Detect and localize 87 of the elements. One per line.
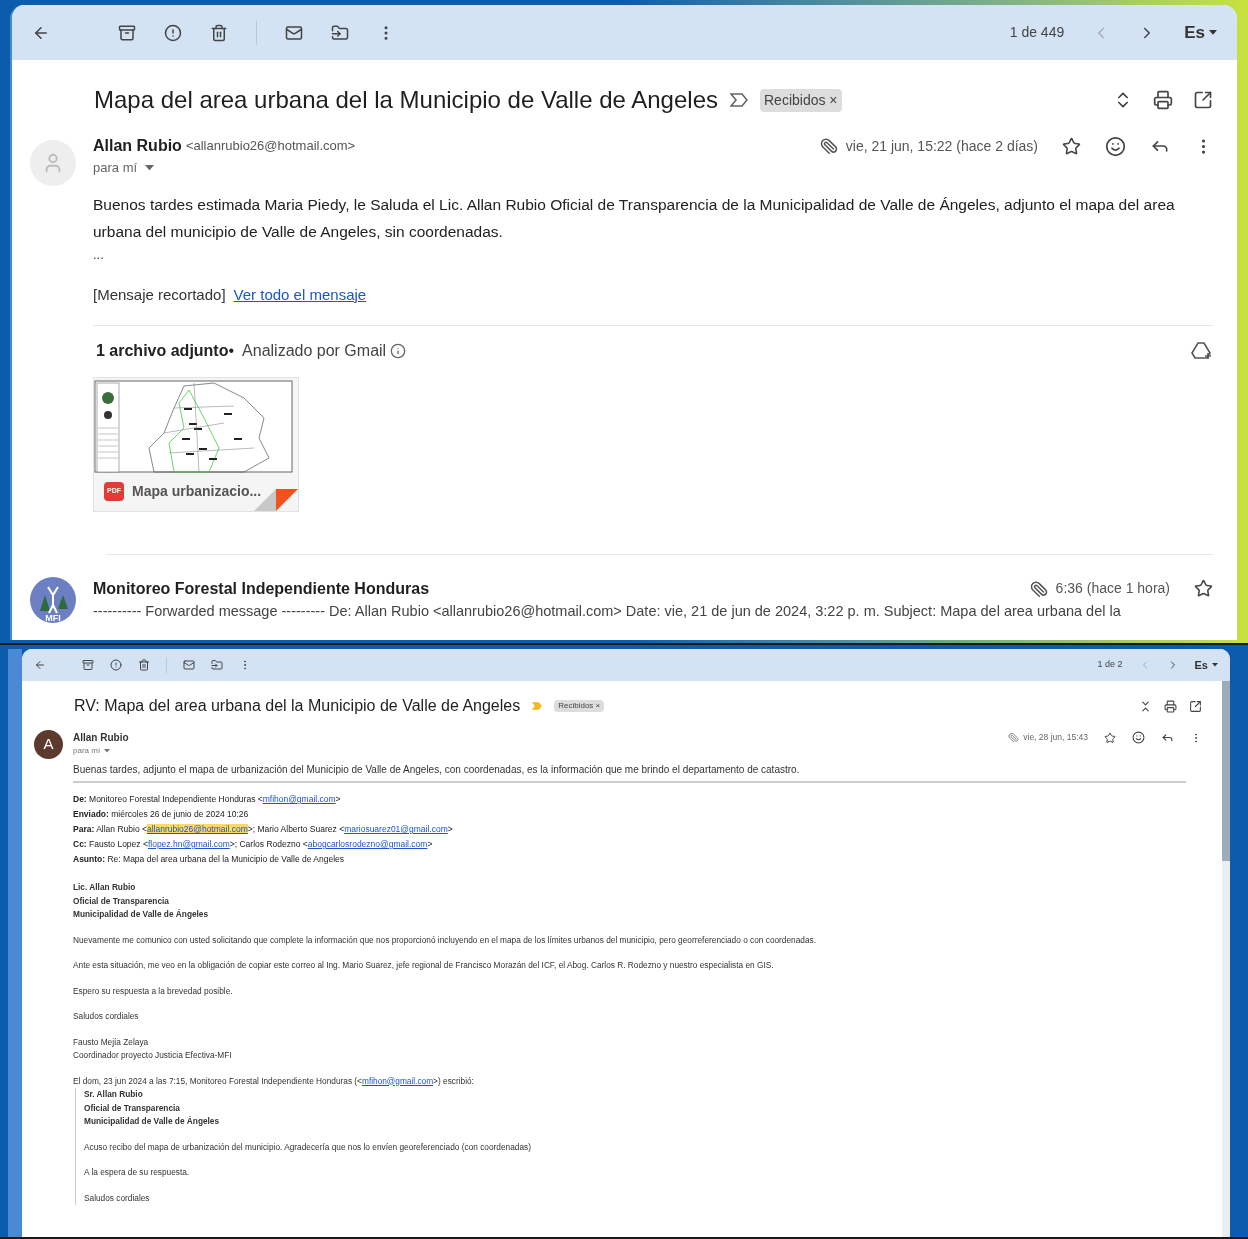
recipient-dropdown[interactable]: para mí <box>73 745 111 757</box>
delete-icon[interactable] <box>138 659 150 671</box>
separator-dot: • <box>228 340 235 361</box>
email-link[interactable]: abogcarlosrodezno@gmail.com <box>307 839 428 849</box>
signature-line: Sr. Allan Rubio <box>84 1088 144 1101</box>
message-counter: 1 de 2 <box>1097 658 1123 672</box>
spam-icon[interactable] <box>164 23 182 42</box>
signature-line: Oficial de Transparencia <box>84 1101 181 1115</box>
reply-icon[interactable] <box>1161 731 1174 744</box>
attachment-icon <box>819 137 838 155</box>
recipient-dropdown[interactable]: para mí <box>93 158 155 178</box>
sender-name: Allan Rubio <box>73 731 129 745</box>
body-text: Coordinador proyecto Justicia Efectiva-MFI <box>73 1049 233 1062</box>
email-link[interactable]: mariosuarez01@gmail.com <box>344 824 448 834</box>
importance-marker-icon[interactable] <box>730 93 748 107</box>
language-selector[interactable]: Es <box>1194 656 1218 674</box>
signature-line: Lic. Allan Rubio <box>73 881 137 894</box>
message-date: vie, 21 jun, 15:22 (hace 2 días) <box>845 136 1038 156</box>
move-to-icon[interactable] <box>211 659 223 671</box>
header-line: Enviado: miércoles 26 de junio de 2024 10:26 <box>73 808 250 821</box>
body-text: Ante esta situación, me veo en la obligación de copiar este correo al Ing. Mario Suarez, jefe regional de Francisco Morazán del ICF, el Abog. Carlos R. Rodezno y nuestro especialista en GIS. <box>73 959 775 972</box>
body-text: Saludos cordiales <box>73 1010 140 1023</box>
header-line: El dom, 23 jun 2024 a las 7:15, Monitoreo Forestal Independiente Honduras (<mfihon@gmail.com>) escribió: <box>73 1074 475 1088</box>
email-link[interactable]: flopez.hn@gmail.com <box>147 839 230 849</box>
mark-unread-icon[interactable] <box>183 659 195 671</box>
caret-icon <box>145 165 155 171</box>
emoji-icon[interactable] <box>1105 135 1126 157</box>
email-link[interactable]: mfihon@gmail.com <box>361 1075 434 1086</box>
email-subject: Mapa del area urbana del la Municipio de Valle de Angeles <box>94 85 718 115</box>
language-selector[interactable]: Es <box>1184 19 1217 46</box>
header-line: De: Monitoreo Forestal Independiente Honduras <mfihon@gmail.com> <box>73 793 342 806</box>
signature-line: Oficial de Transparencia <box>73 894 170 908</box>
scrollbar[interactable] <box>1222 681 1230 1237</box>
new-window-icon[interactable] <box>1193 90 1213 110</box>
email-body: Buenas tardes, adjunto el mapa de urbanización del Municipio de Valle de Angeles, con coordenadas, es la información que me brindo el departamento de catastro. <box>73 763 801 777</box>
message-snippet: ---------- Forwarded message --------- De: Allan Rubio <allanrubio26@hotmail.com> Date: vie, 21 de jun de 2024, 3:22 p. m. Subject: Mapa del area urbana del la <box>93 601 1122 621</box>
email-subject: RV: Mapa del area urbana del la Municipio de Valle de Angeles <box>74 696 521 716</box>
message-date: vie, 28 jun, 15:43 <box>1023 731 1088 744</box>
file-name: Mapa urbanizacio... <box>132 482 262 501</box>
message-time: 6:36 (hace 1 hora) <box>1055 579 1170 598</box>
back-icon[interactable] <box>34 659 46 671</box>
spam-icon[interactable] <box>110 659 122 671</box>
message-counter: 1 de 449 <box>1009 23 1065 42</box>
sender-name: Allan Rubio <box>93 136 182 156</box>
caret-icon <box>1212 663 1218 667</box>
sender-email: <allanrubio26@hotmail.com> <box>185 137 356 156</box>
attachment-icon <box>1029 579 1048 598</box>
importance-marker-icon[interactable] <box>532 702 543 710</box>
print-icon[interactable] <box>1153 90 1173 110</box>
caret-icon <box>1209 30 1217 35</box>
scan-notice: Analizado por Gmail <box>242 340 387 361</box>
star-icon[interactable] <box>1062 136 1081 156</box>
trimmed-content-ellipsis: ... <box>93 245 105 264</box>
emoji-icon[interactable] <box>1132 731 1145 744</box>
body-text: Nuevamente me comunico con usted solicitando que complete la información que nos proporcionó incluyendo en el mapa de los límites urbanos del municipio, pero georreferenciado o con coordenadas. <box>73 933 817 947</box>
star-icon[interactable] <box>1104 731 1116 744</box>
caret-icon <box>104 749 111 753</box>
header-line: Cc: Fausto Lopez <flopez.hn@gmail.com>; Carlos Rodezno <abogcarlosrodezno@gmail.com> <box>73 838 434 851</box>
collapse-all-icon[interactable] <box>1139 699 1152 713</box>
new-window-icon[interactable] <box>1189 699 1202 713</box>
archive-icon[interactable] <box>118 23 136 42</box>
body-text: Acuso recibo del mapa de urbanización del municipio. Agradecería que nos lo envíen georeferenciado (con coordenadas) <box>84 1140 532 1154</box>
email-body: Buenos tardes estimada Maria Piedy, le Saluda el Lic. Allan Rubio Oficial de Transparencia de la Municipalidad de Valle de Ángeles, adjunto el mapa del area urbana del municipio de Valle de Angeles, sin coordenadas. <box>93 194 1176 242</box>
body-text: Espero su respuesta a la brevedad posible. <box>73 984 234 998</box>
attachment-count: 1 archivo adjunto <box>96 340 229 361</box>
delete-icon[interactable] <box>210 23 228 42</box>
star-icon[interactable] <box>1194 579 1213 598</box>
avatar: A <box>34 730 63 759</box>
clipped-notice: [Mensaje recortado] <box>93 285 226 305</box>
label-chip[interactable]: Recibidos × <box>760 88 842 112</box>
signature-line: Municipalidad de Valle de Ángeles <box>73 908 210 921</box>
info-icon[interactable] <box>390 342 407 359</box>
sender-name: Monitoreo Forestal Independiente Honduras <box>93 578 430 599</box>
organization-logo: MFI <box>30 576 76 623</box>
archive-icon[interactable] <box>82 659 94 671</box>
move-to-icon[interactable] <box>331 23 349 42</box>
body-text: A la espera de su respuesta. <box>84 1166 191 1179</box>
header-line: Asunto: Re: Mapa del area urbana del la Municipio de Valle de Angeles <box>73 853 346 866</box>
attachment-icon <box>1008 732 1020 743</box>
email-link[interactable]: mfihon@gmail.com <box>262 794 336 804</box>
label-chip[interactable]: Recibidos × <box>554 700 605 712</box>
mark-unread-icon[interactable] <box>285 23 303 42</box>
print-icon[interactable] <box>1164 699 1177 713</box>
body-text: Saludos cordiales <box>84 1191 151 1205</box>
signature-line: Municipalidad de Valle de Ángeles <box>84 1115 221 1128</box>
body-text: Fausto Mejía Zelaya <box>73 1035 150 1049</box>
view-full-message-link[interactable]: Ver todo el mensaje <box>233 284 367 307</box>
